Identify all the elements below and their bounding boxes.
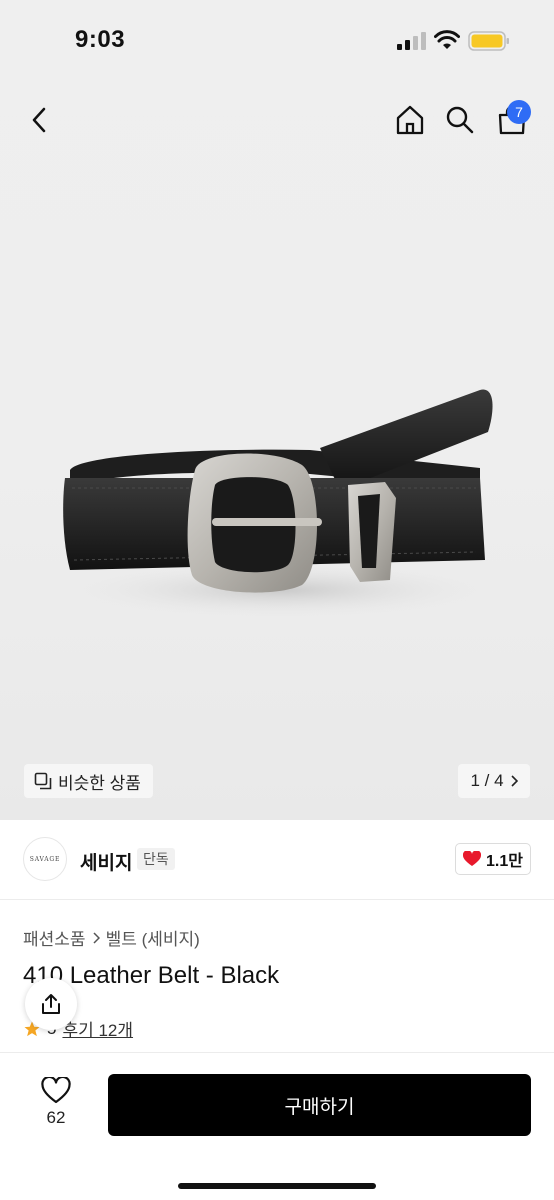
wishlist-button[interactable]: 62 — [28, 1077, 84, 1141]
chevron-right-icon — [510, 775, 518, 787]
cellular-signal-icon — [397, 32, 426, 50]
home-button[interactable] — [388, 90, 432, 150]
pager-text: 1 / 4 — [470, 771, 504, 790]
breadcrumb: 패션소품 벨트 (세비지) — [23, 925, 200, 950]
share-icon — [42, 994, 60, 1014]
status-time: 9:03 — [75, 26, 126, 53]
battery-icon — [468, 31, 509, 51]
top-navigation — [0, 90, 554, 150]
belt-product-image — [50, 389, 510, 620]
buy-button[interactable]: 구매하기 — [108, 1074, 531, 1136]
wifi-icon — [434, 30, 460, 49]
breadcrumb-category[interactable]: 패션소품 — [23, 925, 86, 950]
search-icon — [446, 106, 474, 134]
similar-products-button[interactable]: 비슷한 상품 — [24, 764, 153, 798]
share-button[interactable] — [25, 978, 77, 1030]
search-button[interactable] — [438, 90, 482, 150]
chevron-right-icon — [93, 931, 100, 944]
brand-name[interactable]: 세비지 — [80, 848, 132, 875]
brand-like-button[interactable]: 1.1만 — [455, 843, 531, 875]
home-indicator — [178, 1183, 376, 1189]
heart-icon — [463, 851, 482, 866]
similar-icon — [34, 772, 52, 790]
wishlist-count: 62 — [46, 1108, 66, 1127]
status-bar: 9:03 — [0, 0, 554, 84]
similar-products-label: 비슷한 상품 — [58, 773, 141, 793]
cart-count-badge: 7 — [507, 100, 531, 124]
heart-outline-icon — [41, 1077, 71, 1104]
image-pager[interactable]: 1 / 4 — [458, 764, 530, 798]
product-image-gallery[interactable]: 9:03 7 비슷한 상품 1 / 4 — [0, 0, 554, 820]
back-icon — [32, 107, 46, 133]
bottom-action-bar: 62 구매하기 — [0, 1052, 554, 1200]
reviews-link[interactable]: 후기 12개 — [62, 1016, 133, 1041]
breadcrumb-subcategory[interactable]: 벨트 (세비지) — [106, 925, 200, 950]
home-icon — [396, 105, 424, 135]
brand-logo[interactable]: SAVAGE — [23, 837, 67, 881]
brand-row[interactable]: SAVAGE 세비지 단독 1.1만 — [0, 820, 554, 900]
back-button[interactable] — [18, 90, 62, 150]
brand-like-count: 1.1만 — [486, 853, 523, 870]
exclusive-badge: 단독 — [137, 848, 175, 870]
